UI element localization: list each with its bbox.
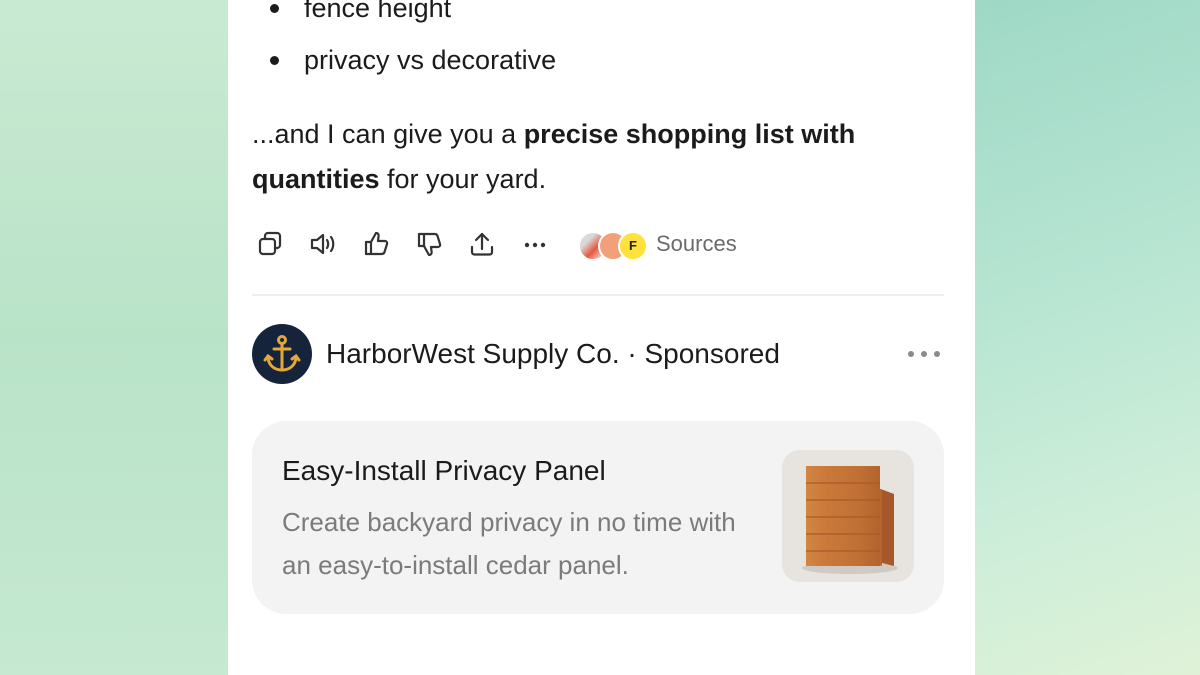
bullet-list: fence height privacy vs decorative: [252, 0, 556, 86]
divider: [252, 294, 944, 296]
more-actions-button[interactable]: [517, 226, 553, 262]
chat-panel: fence height privacy vs decorative ...an…: [228, 0, 975, 675]
sources-label: Sources: [656, 231, 737, 256]
ad-card-title: Easy-Install Privacy Panel: [282, 455, 606, 486]
bullet-item: privacy vs decorative: [252, 34, 556, 86]
thumbs-down-icon: [417, 232, 442, 257]
ad-options-button[interactable]: [904, 339, 944, 369]
thumbs-down-button[interactable]: [411, 226, 447, 262]
para-bold: quantities: [252, 164, 380, 194]
sponsored-header: HarborWest Supply Co. · Sponsored: [252, 323, 944, 385]
sources-button[interactable]: F Sources: [576, 229, 737, 261]
source-favicon: F: [618, 231, 648, 261]
cedar-panel-image: [782, 450, 914, 582]
background-right: [975, 0, 1200, 675]
advertiser-name[interactable]: HarborWest Supply Co. · Sponsored: [326, 338, 780, 370]
share-icon: [470, 232, 494, 256]
copy-button[interactable]: [252, 226, 288, 262]
advertiser-logo[interactable]: [252, 324, 312, 384]
para-bold: precise shopping list with: [523, 119, 856, 149]
share-button[interactable]: [464, 226, 500, 262]
ad-card-description: Create backyard privacy in no time with …: [282, 507, 736, 580]
background-left: [0, 0, 228, 675]
thumbs-up-button[interactable]: [358, 226, 394, 262]
anchor-icon: [263, 335, 301, 372]
assistant-paragraph: ...and I can give you a precise shopping…: [252, 112, 952, 202]
copy-icon: [258, 231, 282, 256]
more-icon: [908, 351, 940, 357]
para-text: ...and I can give you a: [252, 119, 524, 149]
read-aloud-icon: [310, 233, 335, 255]
thumbs-up-icon: [364, 231, 389, 256]
more-icon: [524, 242, 546, 248]
read-aloud-button[interactable]: [305, 226, 341, 262]
ad-card[interactable]: Easy-Install Privacy Panel Create backya…: [252, 421, 944, 614]
product-thumbnail: [782, 450, 914, 582]
message-actions: F Sources: [252, 226, 737, 262]
para-text: for your yard.: [379, 164, 547, 194]
bullet-item: fence height: [252, 0, 556, 34]
source-favicons: F: [576, 229, 654, 261]
